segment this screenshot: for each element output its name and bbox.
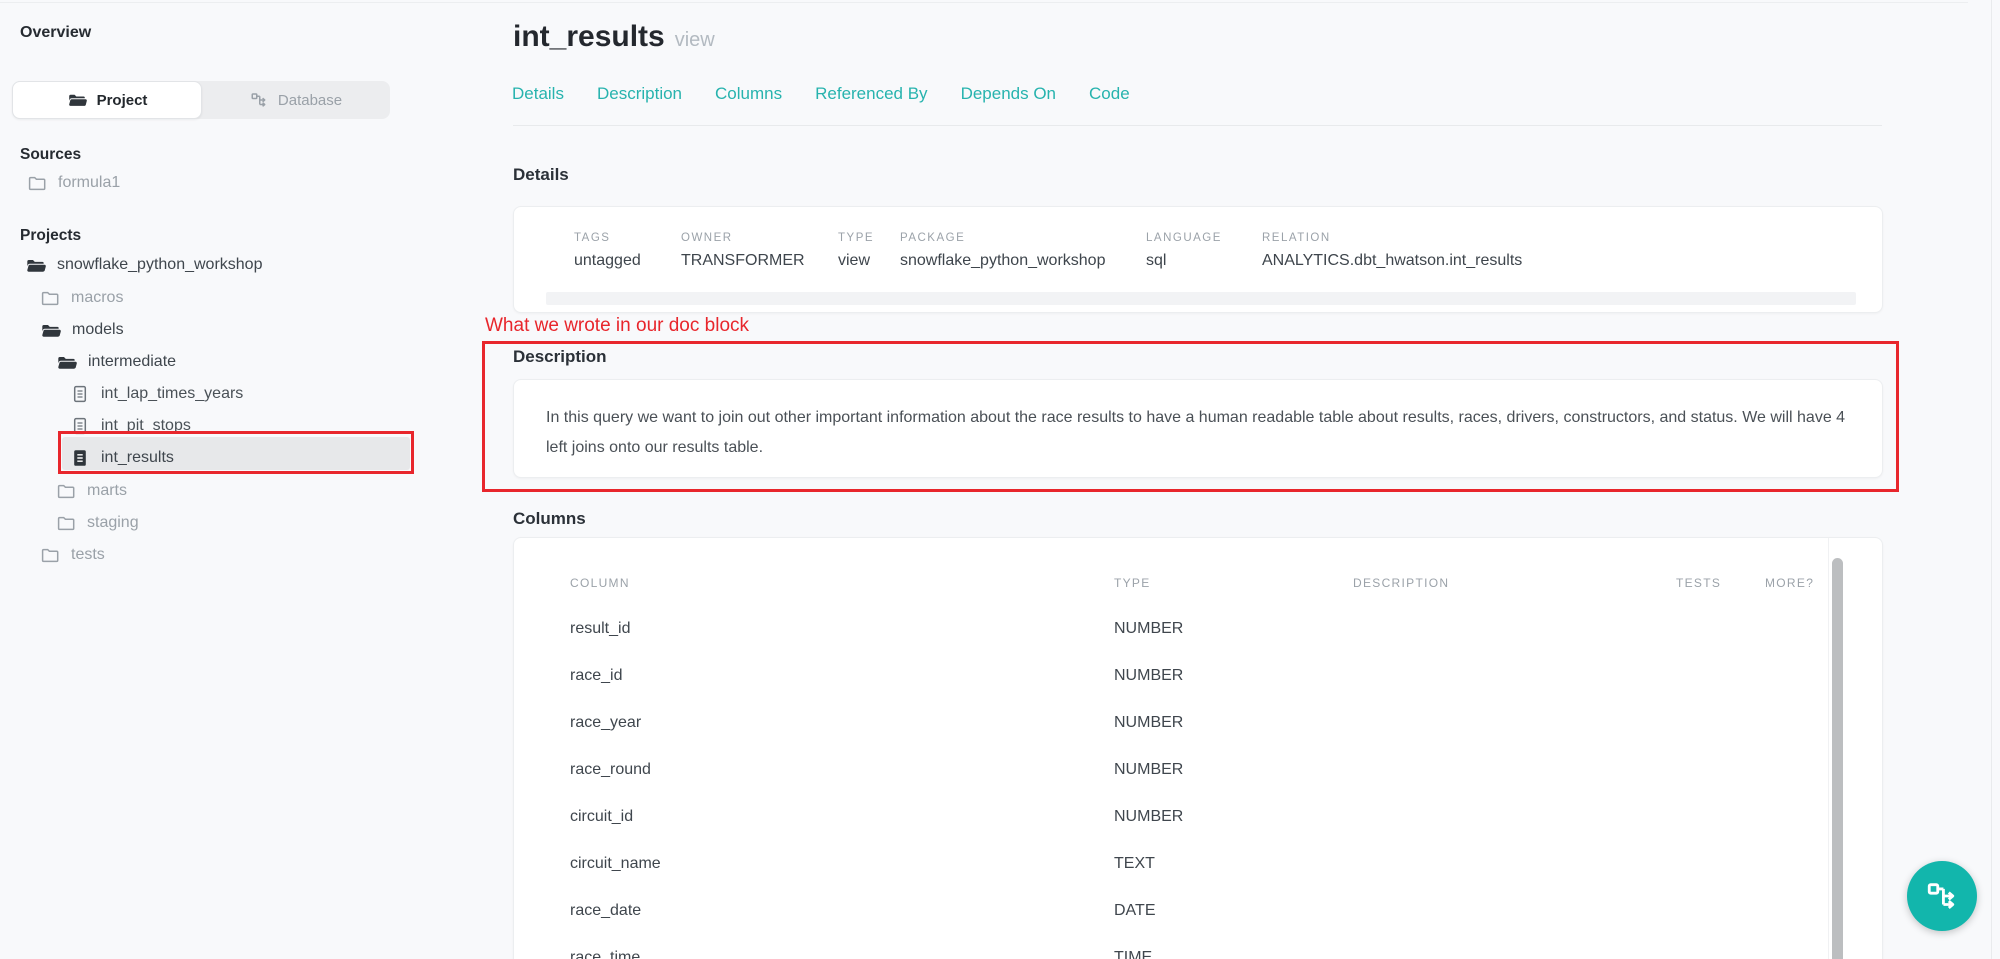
column-name: race_id	[570, 667, 622, 685]
lineage-graph-button[interactable]	[1907, 861, 1977, 931]
tab-description[interactable]: Description	[597, 84, 682, 104]
tab-referenced-by[interactable]: Referenced By	[815, 84, 927, 104]
column-header-tests: TESTS	[1676, 576, 1721, 590]
sources-heading: Sources	[20, 146, 81, 164]
projects-heading: Projects	[20, 227, 81, 245]
folder-open-icon	[25, 255, 46, 276]
column-header-type: TYPE	[1114, 576, 1151, 590]
tree-item-label: snowflake_python_workshop	[57, 256, 262, 274]
dbt-docs-page: Overview Project Database Sources formul…	[0, 0, 2000, 959]
folder-closed-icon	[27, 173, 47, 193]
sidebar-item-int-lap-times-years[interactable]: int_lap_times_years	[70, 381, 243, 407]
column-name: race_date	[570, 902, 641, 920]
annotation-text: What we wrote in our doc block	[485, 315, 749, 337]
project-database-toggle: Project Database	[12, 81, 390, 119]
folder-open-icon	[67, 90, 87, 110]
tab-details[interactable]: Details	[512, 84, 564, 104]
tree-item-label: intermediate	[88, 353, 176, 371]
folder-closed-icon	[40, 545, 60, 565]
sidebar-item-staging[interactable]: staging	[56, 510, 139, 536]
column-header-more: MORE?	[1765, 576, 1814, 590]
columns-card: COLUMN TYPE DESCRIPTION TESTS MORE? resu…	[513, 537, 1883, 959]
table-scrollbar-thumb[interactable]	[1832, 558, 1843, 959]
column-name: circuit_name	[570, 855, 661, 873]
model-name: int_results	[513, 20, 665, 53]
column-type: NUMBER	[1114, 714, 1183, 732]
sidebar-item-snowflake-python-workshop[interactable]: snowflake_python_workshop	[25, 252, 262, 278]
detail-label: TYPE	[838, 232, 874, 244]
sidebar-item-models[interactable]: models	[40, 317, 124, 343]
overview-heading: Overview	[20, 24, 91, 42]
column-type: NUMBER	[1114, 808, 1183, 826]
detail-value: untagged	[574, 252, 641, 270]
detail-label: TAGS	[574, 232, 610, 244]
sidebar-item-marts[interactable]: marts	[56, 478, 127, 504]
folder-closed-icon	[40, 288, 60, 308]
folder-closed-icon	[56, 481, 76, 501]
lineage-graph-icon	[1925, 879, 1959, 913]
sidebar-item-tests[interactable]: tests	[40, 542, 105, 568]
column-header-column: COLUMN	[570, 576, 630, 590]
tab-columns[interactable]: Columns	[715, 84, 782, 104]
detail-label: OWNER	[681, 232, 733, 244]
project-toggle-label: Project	[97, 92, 148, 109]
tabs-divider	[513, 125, 1882, 126]
detail-label: PACKAGE	[900, 232, 965, 244]
detail-value: ANALYTICS.dbt_hwatson.int_results	[1262, 252, 1522, 270]
tab-code[interactable]: Code	[1089, 84, 1130, 104]
tree-item-label: models	[72, 321, 124, 339]
sidebar: Overview Project Database Sources formul…	[0, 0, 430, 959]
columns-heading: Columns	[513, 509, 586, 529]
detail-value: sql	[1146, 252, 1166, 270]
sidebar-item-formula1[interactable]: formula1	[27, 170, 120, 196]
column-type: NUMBER	[1114, 620, 1183, 638]
tab-depends-on[interactable]: Depends On	[961, 84, 1056, 104]
tree-item-label: tests	[71, 546, 105, 564]
tab-bar: Details Description Columns Referenced B…	[512, 84, 1130, 104]
project-toggle-button[interactable]: Project	[12, 81, 202, 119]
table-scrollbar-track	[1828, 538, 1829, 959]
folder-open-icon	[56, 352, 77, 373]
detail-value: snowflake_python_workshop	[900, 252, 1105, 270]
tree-item-label: int_lap_times_years	[101, 385, 243, 403]
details-heading: Details	[513, 165, 569, 185]
column-header-description: DESCRIPTION	[1353, 576, 1449, 590]
folder-open-icon	[40, 320, 61, 341]
detail-value: view	[838, 252, 870, 270]
tree-item-label: marts	[87, 482, 127, 500]
materialization-badge: view	[675, 29, 715, 51]
detail-label: RELATION	[1262, 232, 1331, 244]
annotation-box-description	[482, 341, 1899, 492]
column-name: circuit_id	[570, 808, 633, 826]
column-name: race_round	[570, 761, 651, 779]
column-type: NUMBER	[1114, 761, 1183, 779]
sidebar-item-intermediate[interactable]: intermediate	[56, 349, 176, 375]
tree-item-label: formula1	[58, 174, 120, 192]
sidebar-item-macros[interactable]: macros	[40, 285, 123, 311]
detail-value: TRANSFORMER	[681, 252, 805, 270]
annotation-box-sidebar	[58, 431, 414, 474]
details-card: TAGS untagged OWNER TRANSFORMER TYPE view P…	[513, 206, 1883, 313]
file-icon	[70, 384, 90, 404]
right-edge-divider	[1991, 0, 1992, 959]
database-toggle-button[interactable]: Database	[202, 81, 390, 119]
column-type: DATE	[1114, 902, 1155, 920]
details-scrollbar-track[interactable]	[546, 292, 1856, 305]
database-tree-icon	[250, 91, 268, 109]
column-type: TEXT	[1114, 855, 1155, 873]
column-name: race_time	[570, 949, 640, 959]
column-type: TIME	[1114, 949, 1152, 959]
page-title: int_results view	[513, 20, 715, 54]
column-name: result_id	[570, 620, 630, 638]
tree-item-label: macros	[71, 289, 123, 307]
folder-closed-icon	[56, 513, 76, 533]
tree-item-label: staging	[87, 514, 139, 532]
database-toggle-label: Database	[278, 92, 342, 109]
detail-label: LANGUAGE	[1146, 232, 1222, 244]
column-name: race_year	[570, 714, 641, 732]
column-type: NUMBER	[1114, 667, 1183, 685]
